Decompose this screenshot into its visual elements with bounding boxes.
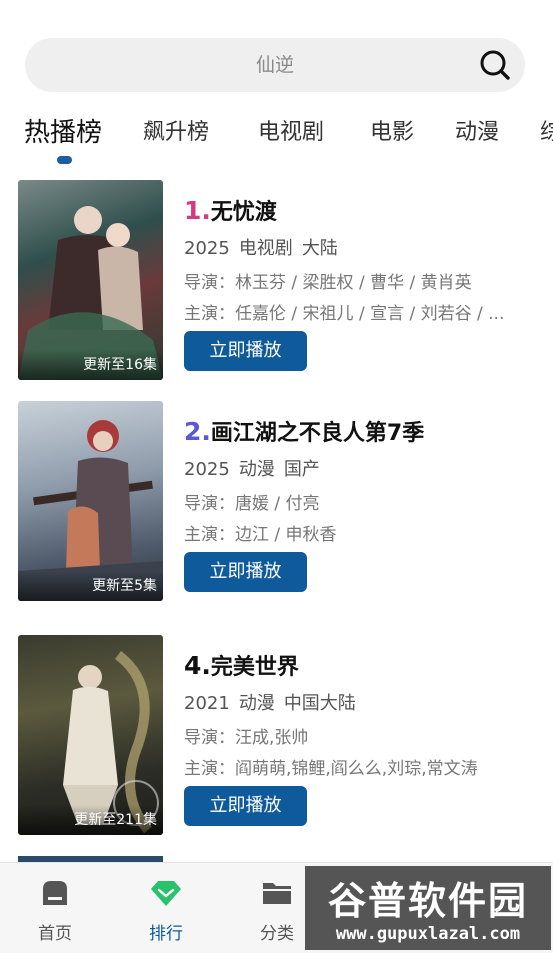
cast: 主演：边江 / 申秋香 — [184, 525, 337, 545]
poster-image[interactable]: 更新至211集 — [18, 635, 163, 835]
list-item[interactable]: 更新至16集 1.无忧渡 2025 电视剧 大陆 导演：林玉芬 / 梁胜权 / 曹华… — [18, 180, 553, 380]
title-text: 无忧渡 — [210, 200, 277, 225]
watermark-url: www.gupuxlazal.com — [335, 924, 521, 944]
region: 中国大陆 — [283, 693, 356, 714]
search-icon[interactable] — [479, 49, 511, 81]
region: 大陆 — [301, 238, 338, 259]
type: 动漫 — [238, 693, 275, 714]
list-item[interactable]: 更新至211集 4.完美世界 2021 动漫 中国大陆 导演：汪成,张帅 主演：阎萌… — [18, 635, 553, 835]
watermark-logo-text: 谷普软件园 — [327, 879, 528, 923]
type: 动漫 — [238, 459, 275, 480]
poster-image[interactable]: 更新至5集 — [18, 401, 163, 601]
play-button[interactable]: 立即播放 — [184, 331, 307, 371]
nav-home[interactable]: 首页 — [15, 863, 95, 953]
item-meta: 2025 动漫 国产 — [184, 455, 329, 481]
play-button[interactable]: 立即播放 — [184, 552, 307, 592]
director: 导演：汪成,张帅 — [184, 728, 309, 748]
folder-icon — [263, 883, 291, 904]
nav-home-label: 首页 — [38, 924, 72, 944]
rank-number: 1. — [184, 196, 211, 225]
type: 电视剧 — [238, 238, 293, 259]
year: 2025 — [184, 238, 230, 259]
tab-rising[interactable]: 飙升榜 — [143, 114, 209, 146]
search-bar[interactable]: 仙逆 — [25, 38, 525, 92]
poster-image[interactable]: 更新至16集 — [18, 180, 163, 380]
rank-number: 2. — [184, 417, 211, 446]
tab-movie[interactable]: 电影 — [370, 114, 414, 146]
cast: 主演：阎萌萌,锦鲤,阎么么,刘琮,常文涛 — [184, 759, 478, 779]
item-meta: 2025 电视剧 大陆 — [184, 234, 347, 260]
update-badge: 更新至16集 — [18, 350, 163, 380]
tab-variety[interactable]: 综 — [540, 114, 553, 146]
category-tabs: 热播榜 飙升榜 电视剧 电影 动漫 综 — [0, 108, 553, 168]
item-title[interactable]: 2.画江湖之不良人第7季 — [184, 415, 424, 447]
update-text: 更新至211集 — [74, 812, 157, 828]
home-icon — [43, 881, 67, 905]
watermark: 谷普软件园 www.gupuxlazal.com — [305, 866, 551, 950]
item-title[interactable]: 4.完美世界 — [184, 649, 299, 681]
update-text: 更新至16集 — [83, 357, 157, 373]
tab-anime[interactable]: 动漫 — [455, 114, 499, 146]
nav-ranking[interactable]: 排行 — [126, 863, 206, 953]
diamond-icon — [151, 881, 181, 906]
tab-hot[interactable]: 热播榜 — [24, 112, 102, 149]
search-placeholder: 仙逆 — [255, 54, 294, 76]
year: 2025 — [184, 459, 230, 480]
update-text: 更新至5集 — [92, 578, 157, 594]
item-meta: 2021 动漫 中国大陆 — [184, 689, 365, 715]
tab-tv[interactable]: 电视剧 — [258, 114, 324, 146]
director: 导演：唐媛 / 付亮 — [184, 494, 320, 514]
list-item[interactable]: 更新至5集 2.画江湖之不良人第7季 2025 动漫 国产 导演：唐媛 / 付亮 主… — [18, 401, 553, 601]
nav-ranking-label: 排行 — [149, 924, 183, 944]
director: 导演：林玉芬 / 梁胜权 / 曹华 / 黄肖英 — [184, 273, 472, 293]
region: 国产 — [283, 459, 320, 480]
year: 2021 — [184, 693, 230, 714]
rank-number: 4. — [184, 651, 211, 680]
update-badge: 更新至5集 — [18, 571, 163, 601]
play-button[interactable]: 立即播放 — [184, 786, 307, 826]
cast: 主演：任嘉伦 / 宋祖儿 / 宣言 / 刘若谷 / ... — [184, 304, 505, 324]
update-badge: 更新至211集 — [18, 805, 163, 835]
title-text: 画江湖之不良人第7季 — [210, 421, 425, 446]
title-text: 完美世界 — [210, 655, 299, 680]
tab-indicator — [57, 156, 72, 164]
item-title[interactable]: 1.无忧渡 — [184, 194, 277, 226]
